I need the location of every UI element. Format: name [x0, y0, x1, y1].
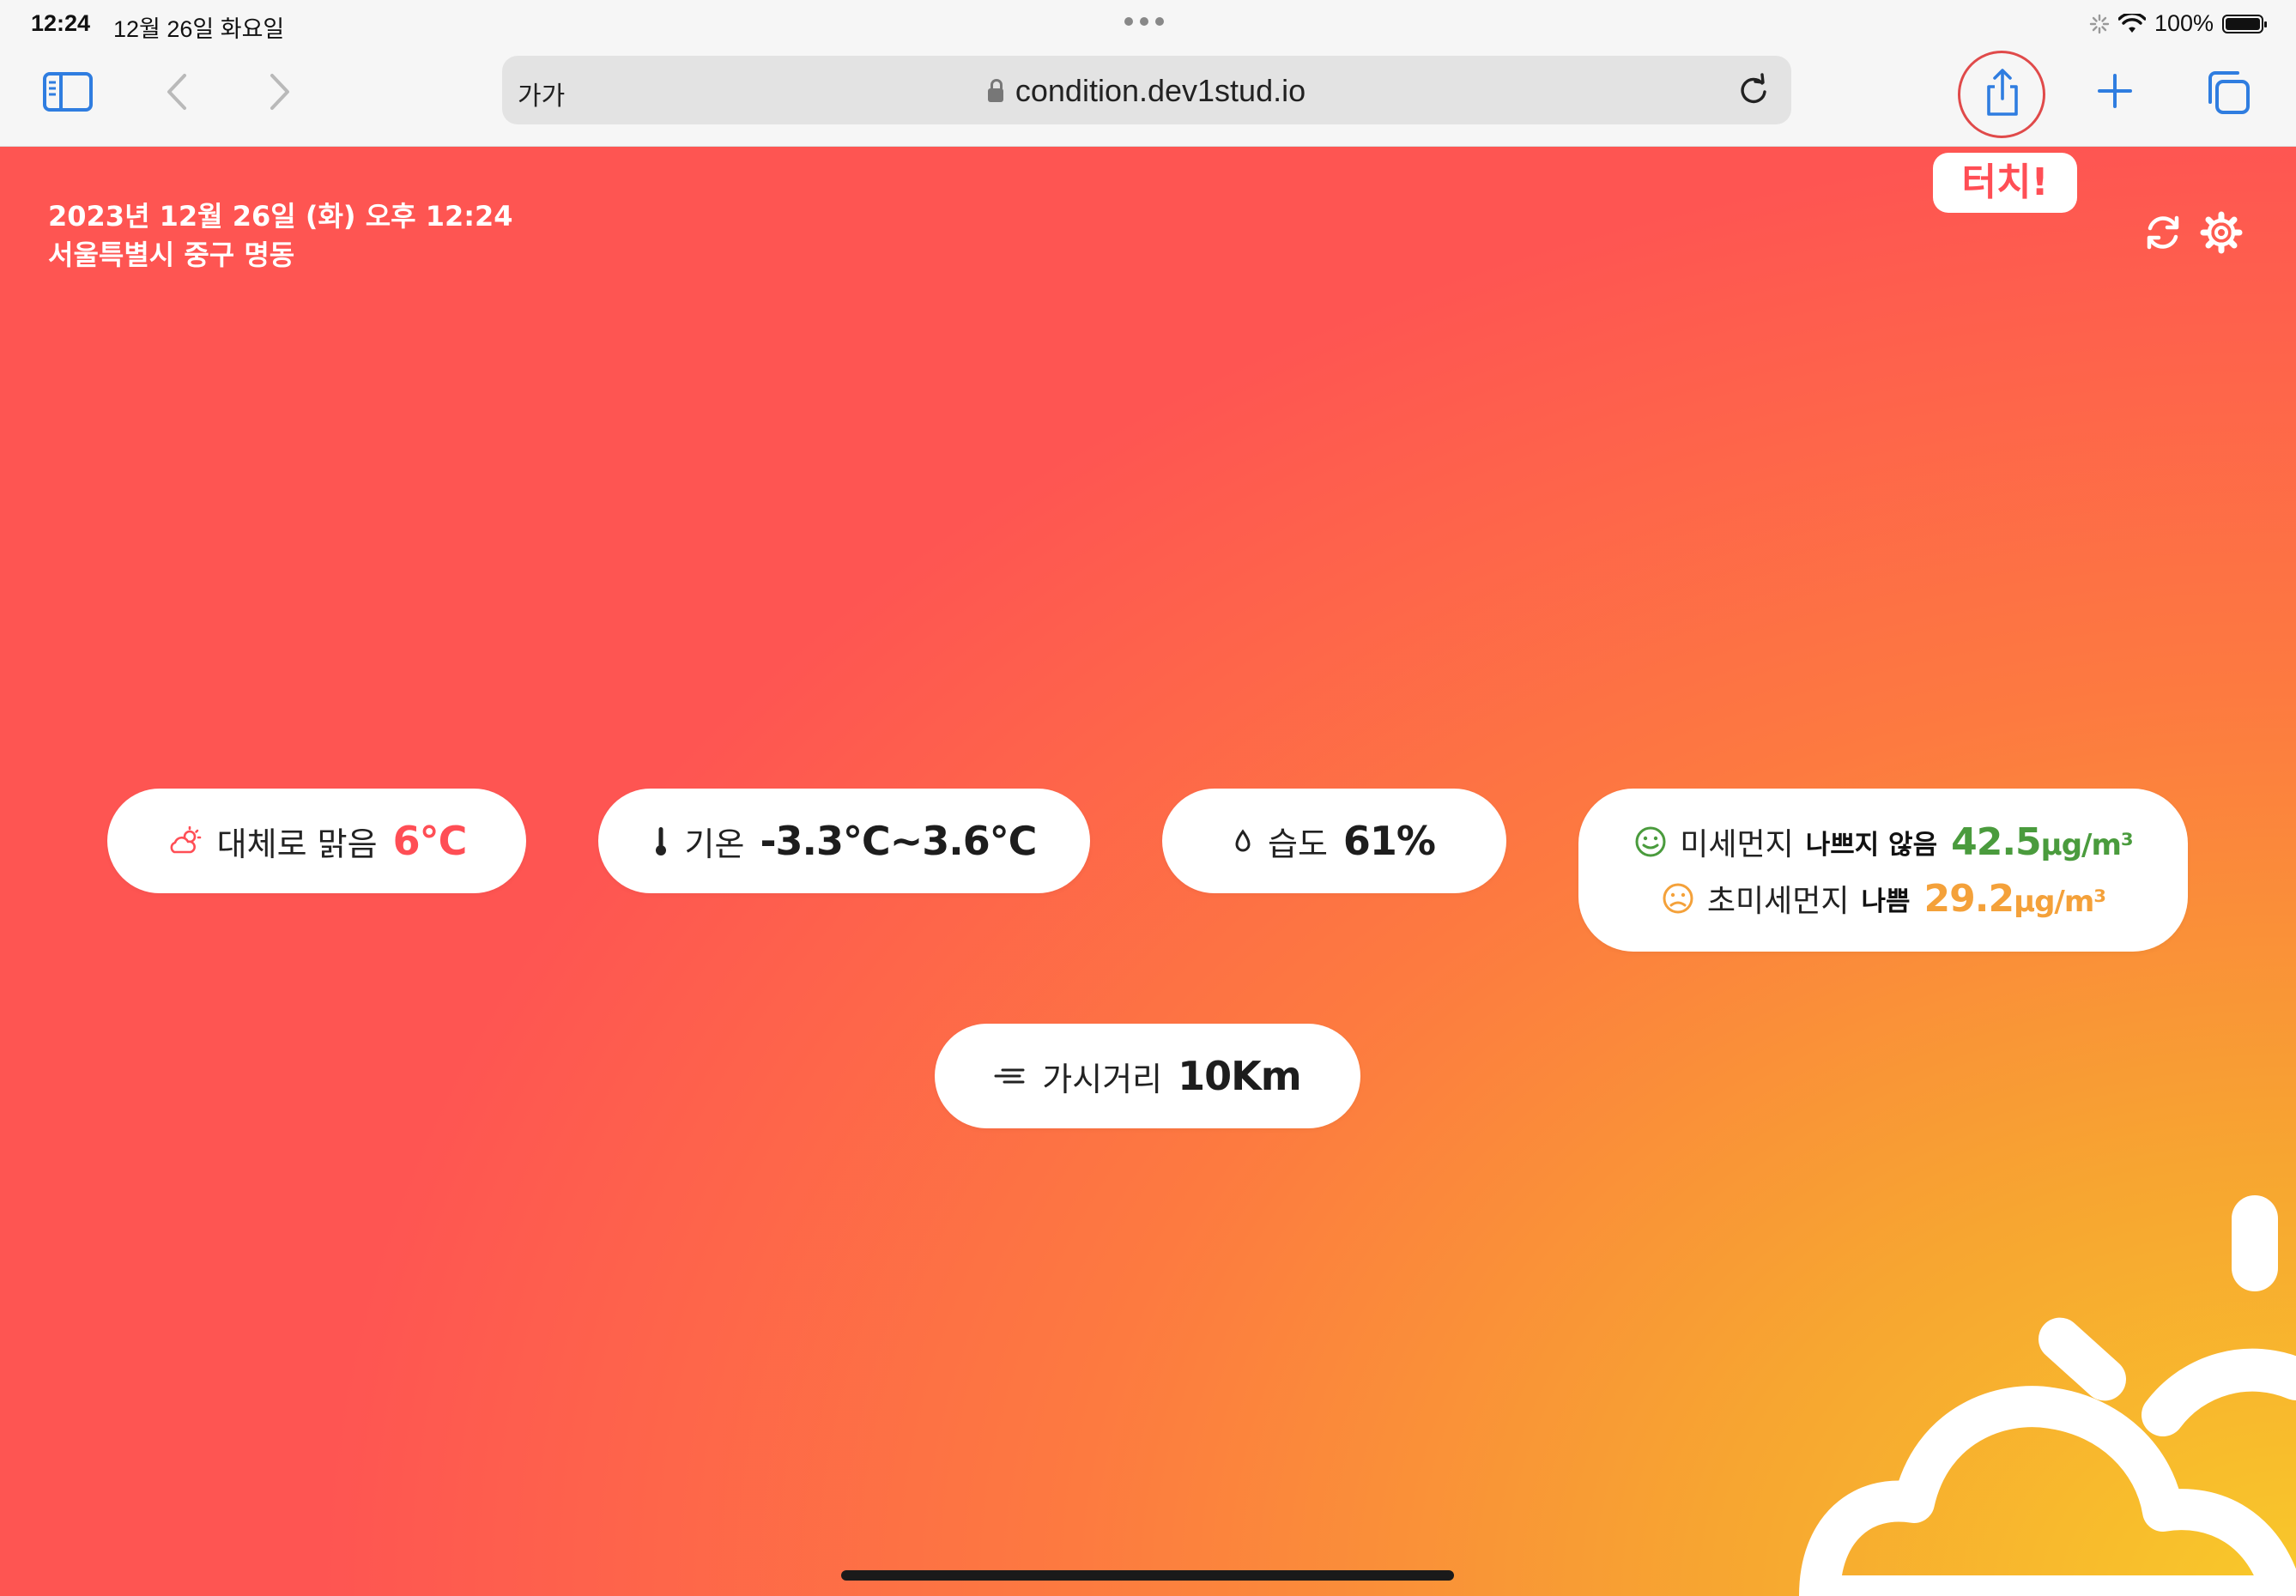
new-tab-button[interactable] — [2094, 70, 2135, 112]
frown-icon — [1663, 883, 1693, 914]
header-location: 서울특별시 중구 명동 — [48, 239, 295, 271]
ultrafine-dust-unit: μg/m³ — [2014, 884, 2106, 919]
fine-dust-number: 42.5 — [1951, 819, 2042, 864]
touch-callout: 터치! — [1933, 153, 2077, 213]
back-button[interactable] — [160, 70, 194, 113]
fine-dust-grade: 나쁘지 않음 — [1805, 829, 1938, 861]
multitasking-dots[interactable] — [1124, 17, 1164, 26]
loading-spinner-icon — [2089, 14, 2110, 33]
forward-icon — [270, 74, 289, 110]
address-bar[interactable]: 가가 condition.dev1stud.io — [502, 56, 1791, 124]
new-tab-icon — [2098, 74, 2132, 108]
ultrafine-dust-value: 29.2μg/m³ — [1923, 876, 2107, 921]
refresh-icon — [2147, 215, 2179, 250]
forward-button[interactable] — [263, 70, 297, 113]
settings-button[interactable] — [2200, 211, 2243, 254]
sidebar-button[interactable] — [41, 70, 94, 113]
fine-dust-value: 42.5μg/m³ — [1951, 819, 2134, 864]
url-display[interactable]: condition.dev1stud.io — [502, 73, 1791, 109]
header-datetime: 2023년 12월 26일 (화) 오후 12:24 — [48, 200, 513, 233]
smile-icon — [1635, 826, 1666, 857]
thermometer-icon — [655, 827, 666, 855]
wifi-icon — [2117, 13, 2146, 33]
sidebar-icon — [43, 72, 93, 112]
sun-cloud-illustration — [1799, 1195, 2296, 1596]
humidity-label: 습도 — [1267, 825, 1328, 863]
status-bar: 12:24 12월 26일 화요일 100% — [0, 0, 2296, 50]
ultrafine-dust-grade: 나쁨 — [1861, 886, 1911, 917]
url-text: condition.dev1stud.io — [1015, 73, 1306, 108]
visibility-value: 10Km — [1178, 1053, 1302, 1099]
air-quality-chip: 미세먼지 나쁘지 않음 42.5μg/m³ 초미세먼지 나쁨 29.2μg/m³ — [1578, 789, 2188, 952]
share-icon — [1987, 69, 2018, 116]
temperature-range: -3.3℃~3.6℃ — [760, 818, 1037, 864]
sky-label: 대체로 맑음 — [216, 825, 378, 863]
fine-dust-row: 미세먼지 나쁘지 않음 42.5μg/m³ — [1633, 813, 2134, 870]
fine-dust-label: 미세먼지 — [1680, 827, 1794, 862]
ultrafine-dust-label: 초미세먼지 — [1706, 884, 1850, 919]
drop-icon — [1235, 829, 1251, 852]
weather-page: 터치! 2023년 12월 26일 (화) 오후 12:24 서울특별시 중구 … — [0, 147, 2296, 1596]
status-date: 12월 26일 화요일 — [113, 16, 285, 42]
sky-condition-chip: 대체로 맑음 6°C — [107, 789, 526, 893]
temperature-label: 기온 — [684, 825, 745, 863]
status-time: 12:24 — [31, 10, 91, 36]
sky-temperature: 6°C — [392, 818, 468, 864]
cloud-sun-icon — [170, 826, 201, 854]
reload-icon — [1741, 73, 1766, 104]
wind-icon — [994, 1068, 1025, 1084]
share-button[interactable] — [1979, 67, 2026, 118]
browser-toolbar: 가가 condition.dev1stud.io — [0, 50, 2296, 147]
battery-percent: 100% — [2154, 10, 2214, 36]
tabs-icon — [2208, 71, 2250, 114]
lock-icon — [987, 79, 1003, 102]
fine-dust-unit: μg/m³ — [2040, 827, 2134, 862]
status-right: 100% — [2089, 10, 2267, 37]
tabs-button[interactable] — [2204, 69, 2252, 117]
humidity-value: 61% — [1342, 818, 1436, 864]
ultrafine-dust-row: 초미세먼지 나쁨 29.2μg/m³ — [1661, 870, 2107, 927]
visibility-chip: 가시거리 10Km — [935, 1024, 1360, 1128]
visibility-label: 가시거리 — [1042, 1060, 1163, 1098]
home-indicator[interactable] — [841, 1570, 1454, 1581]
ultrafine-dust-number: 29.2 — [1923, 876, 2015, 921]
settings-icon — [2200, 211, 2243, 254]
back-icon — [167, 74, 186, 110]
humidity-chip: 습도 61% — [1162, 789, 1506, 893]
temperature-chip: 기온 -3.3℃~3.6℃ — [598, 789, 1090, 893]
reload-button[interactable] — [1735, 71, 1772, 109]
refresh-button[interactable] — [2142, 211, 2184, 254]
battery-icon — [2222, 14, 2267, 33]
